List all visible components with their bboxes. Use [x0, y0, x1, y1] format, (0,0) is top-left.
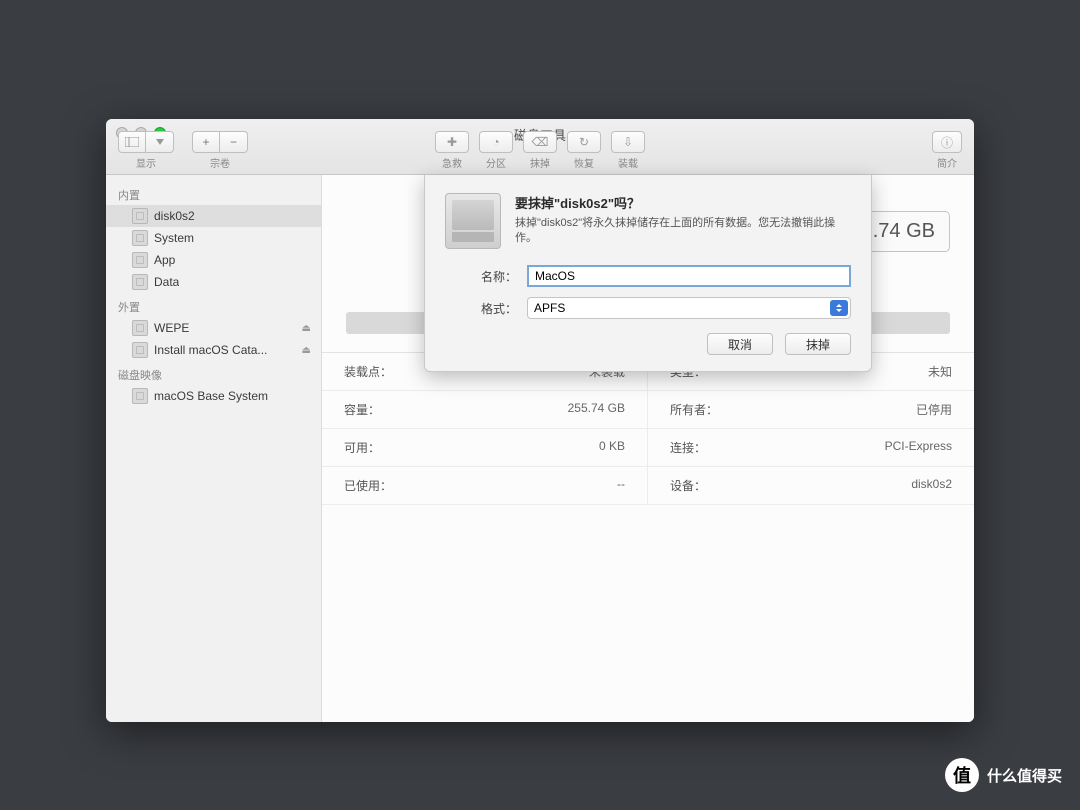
detail-key: 所有者：: [670, 401, 718, 418]
eject-icon[interactable]: ⏏: [302, 323, 311, 334]
sidebar-item-disk0s2[interactable]: disk0s2: [106, 205, 321, 227]
info-label: 简介: [937, 155, 957, 170]
mount-button[interactable]: ⇩: [611, 131, 645, 153]
detail-row: 所有者： 已停用: [648, 391, 974, 429]
detail-key: 装载点：: [344, 363, 392, 380]
sidebar-item-label: disk0s2: [154, 209, 195, 223]
dialog-message: 抹掉"disk0s2"将永久抹掉储存在上面的所有数据。您无法撤销此操作。: [515, 216, 851, 247]
name-label: 名称：: [445, 268, 527, 285]
sidebar-item-system[interactable]: System: [106, 227, 321, 249]
partition-button[interactable]: ◔: [479, 131, 513, 153]
disk-utility-window: 磁盘工具 显示 + − 宗卷: [106, 119, 974, 722]
detail-key: 可用：: [344, 439, 380, 456]
info-button[interactable]: ⓘ: [932, 131, 962, 153]
view-menu-button[interactable]: [146, 131, 174, 153]
center-toolbar: ✚ 急救 ◔ 分区 ⌫ 抹掉 ↻ 恢复 ⇩ 装载: [435, 131, 645, 170]
volume-icon: [132, 252, 148, 268]
sidebar-item-label: System: [154, 231, 194, 245]
volume-icon: [132, 274, 148, 290]
detail-value: 0 KB: [599, 439, 625, 456]
sidebar-item-label: App: [154, 253, 175, 267]
info-group: ⓘ 简介: [932, 131, 962, 170]
detail-key: 容量：: [344, 401, 380, 418]
titlebar: 磁盘工具 显示 + − 宗卷: [106, 119, 974, 175]
restore-icon: ↻: [579, 135, 589, 149]
watermark-icon: 值: [945, 758, 979, 792]
firstaid-label: 急救: [442, 155, 462, 170]
info-icon: ⓘ: [941, 134, 953, 151]
volume-icon: [132, 208, 148, 224]
detail-value: disk0s2: [911, 477, 952, 494]
restore-button[interactable]: ↻: [567, 131, 601, 153]
sidebar-item-base-system[interactable]: macOS Base System: [106, 385, 321, 407]
erase-label: 抹掉: [530, 155, 550, 170]
sidebar-item-wepe[interactable]: WEPE ⏏: [106, 317, 321, 339]
details-panel: 装载点：未装载类型：未知容量：255.74 GB所有者：已停用可用：0 KB连接…: [322, 353, 974, 722]
add-volume-button[interactable]: +: [192, 131, 220, 153]
format-label: 格式：: [445, 300, 527, 317]
piechart-icon: ◔: [492, 135, 499, 149]
volume-label: 宗卷: [210, 155, 230, 170]
window-body: 内置 disk0s2 System App Data 外置 WEPE ⏏ Inst…: [106, 175, 974, 722]
volume-icon: [132, 230, 148, 246]
chevron-updown-icon: [830, 300, 848, 316]
partition-label: 分区: [486, 155, 506, 170]
mount-icon: ⇩: [623, 135, 633, 149]
sidebar-toggle-button[interactable]: [118, 131, 146, 153]
format-value: APFS: [534, 301, 565, 315]
stethoscope-icon: ✚: [447, 135, 457, 149]
sidebar: 内置 disk0s2 System App Data 外置 WEPE ⏏ Inst…: [106, 175, 322, 722]
detail-row: 已使用： --: [322, 467, 648, 505]
detail-key: 已使用：: [344, 477, 392, 494]
detail-key: 连接：: [670, 439, 706, 456]
detail-row: 容量： 255.74 GB: [322, 391, 648, 429]
detail-row: 设备： disk0s2: [648, 467, 974, 505]
name-input[interactable]: [527, 265, 851, 287]
view-group: 显示: [118, 131, 174, 170]
view-label: 显示: [136, 155, 156, 170]
detail-value: --: [617, 477, 625, 494]
remove-volume-button[interactable]: −: [220, 131, 248, 153]
detail-row: 可用： 0 KB: [322, 429, 648, 467]
watermark: 值 什么值得买: [945, 758, 1062, 792]
detail-key: 设备：: [670, 477, 706, 494]
erase-confirm-button[interactable]: 抹掉: [785, 333, 851, 355]
sidebar-item-label: Data: [154, 275, 179, 289]
eject-icon[interactable]: ⏏: [302, 345, 311, 356]
cancel-button[interactable]: 取消: [707, 333, 773, 355]
main-panel: 255.74 GB 装载点：未装载类型：未知容量：255.74 GB所有者：已停…: [322, 175, 974, 722]
dialog-title: 要抹掉"disk0s2"吗？: [515, 193, 851, 212]
detail-value: 255.74 GB: [568, 401, 625, 418]
volume-icon: [132, 342, 148, 358]
erase-icon: ⌫: [532, 135, 549, 149]
erase-dialog: 要抹掉"disk0s2"吗？ 抹掉"disk0s2"将永久抹掉储存在上面的所有数…: [424, 175, 872, 372]
sidebar-item-label: macOS Base System: [154, 389, 268, 403]
format-select[interactable]: APFS: [527, 297, 851, 319]
detail-value: 已停用: [916, 401, 952, 418]
detail-value: PCI-Express: [885, 439, 952, 456]
firstaid-button[interactable]: ✚: [435, 131, 469, 153]
sidebar-header-internal: 内置: [106, 181, 321, 205]
sidebar-item-data[interactable]: Data: [106, 271, 321, 293]
sidebar-header-images: 磁盘映像: [106, 361, 321, 385]
sidebar-item-label: WEPE: [154, 321, 189, 335]
sidebar-item-app[interactable]: App: [106, 249, 321, 271]
harddrive-icon: [445, 193, 501, 249]
sidebar-item-install-macos[interactable]: Install macOS Cata... ⏏: [106, 339, 321, 361]
sidebar-item-label: Install macOS Cata...: [154, 343, 267, 357]
volume-icon: [132, 320, 148, 336]
detail-value: 未知: [928, 363, 952, 380]
restore-label: 恢复: [574, 155, 594, 170]
volume-icon: [132, 388, 148, 404]
watermark-text: 什么值得买: [987, 765, 1062, 786]
detail-row: 连接： PCI-Express: [648, 429, 974, 467]
mount-label: 装载: [618, 155, 638, 170]
sidebar-header-external: 外置: [106, 293, 321, 317]
volume-group: + − 宗卷: [192, 131, 248, 170]
erase-button[interactable]: ⌫: [523, 131, 557, 153]
